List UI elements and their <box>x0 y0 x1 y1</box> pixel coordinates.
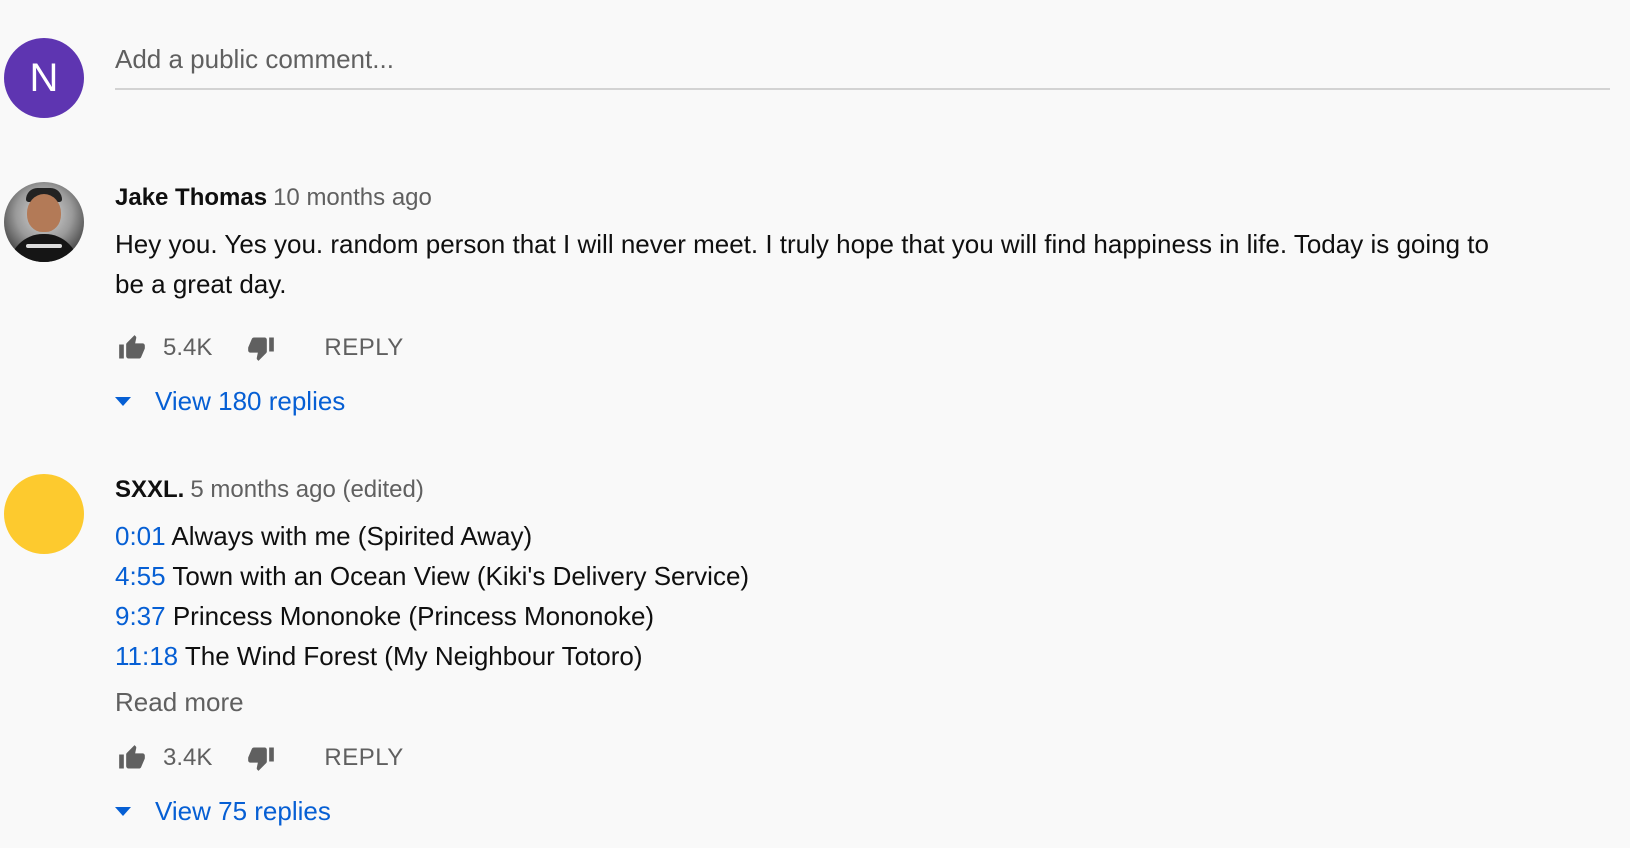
thumbs-down-icon[interactable] <box>244 331 278 365</box>
comment-text: 0:01 Always with me (Spirited Away) 4:55… <box>115 516 1515 676</box>
timestamp-link[interactable]: 4:55 <box>115 561 166 591</box>
track-title: The Wind Forest (My Neighbour Totoro) <box>184 641 643 671</box>
view-replies-button[interactable]: View 180 replies <box>115 386 1515 417</box>
comment-text: Hey you. Yes you. random person that I w… <box>115 229 1489 299</box>
commenter-avatar-sxxl[interactable] <box>4 474 84 554</box>
thumbs-down-icon[interactable] <box>244 741 278 775</box>
comment-actions: 5.4K REPLY <box>115 328 1515 368</box>
caret-down-icon <box>115 807 131 816</box>
timestamp-link[interactable]: 9:37 <box>115 601 166 631</box>
track-title: Princess Mononoke (Princess Mononoke) <box>172 601 655 631</box>
comment-author[interactable]: Jake Thomas <box>115 184 267 211</box>
comment-thread-2: SXXL. 5 months ago (edited) 0:01 Always w… <box>115 474 1515 827</box>
track-line: 0:01 Always with me (Spirited Away) <box>115 516 1515 556</box>
comment-thread-1: Jake Thomas 10 months ago Hey you. Yes yo… <box>115 182 1515 417</box>
add-comment-box[interactable] <box>115 40 1610 90</box>
avatar-letter: N <box>29 55 59 100</box>
comment-time[interactable]: 5 months ago (edited) <box>190 476 423 503</box>
timestamp-link[interactable]: 0:01 <box>115 521 166 551</box>
comment-author[interactable]: SXXL. <box>115 476 184 503</box>
like-count: 3.4K <box>163 744 213 771</box>
thumbs-up-icon[interactable] <box>115 331 149 365</box>
view-replies-button[interactable]: View 75 replies <box>115 796 1515 827</box>
track-line: 4:55 Town with an Ocean View (Kiki's Del… <box>115 556 1515 596</box>
view-replies-label: View 180 replies <box>155 386 346 416</box>
track-title: Always with me (Spirited Away) <box>171 521 533 551</box>
comment-header: Jake Thomas 10 months ago <box>115 182 1515 214</box>
track-line: 11:18 The Wind Forest (My Neighbour Toto… <box>115 636 1515 676</box>
comment-time[interactable]: 10 months ago <box>273 184 432 211</box>
thumbs-up-icon[interactable] <box>115 741 149 775</box>
add-comment-input[interactable] <box>115 40 1610 75</box>
track-title: Town with an Ocean View (Kiki's Delivery… <box>172 561 750 591</box>
reply-button[interactable]: REPLY <box>324 744 403 772</box>
timestamp-link[interactable]: 11:18 <box>115 641 178 671</box>
track-line: 9:37 Princess Mononoke (Princess Mononok… <box>115 596 1515 636</box>
view-replies-label: View 75 replies <box>155 796 331 826</box>
comment-header: SXXL. 5 months ago (edited) <box>115 474 1515 506</box>
comment-actions: 3.4K REPLY <box>115 738 1515 778</box>
current-user-avatar: N <box>4 38 84 118</box>
reply-button[interactable]: REPLY <box>324 334 403 362</box>
read-more-link[interactable]: Read more <box>115 684 1515 720</box>
like-count: 5.4K <box>163 334 213 361</box>
commenter-avatar-jake[interactable] <box>4 182 84 262</box>
caret-down-icon <box>115 397 131 406</box>
